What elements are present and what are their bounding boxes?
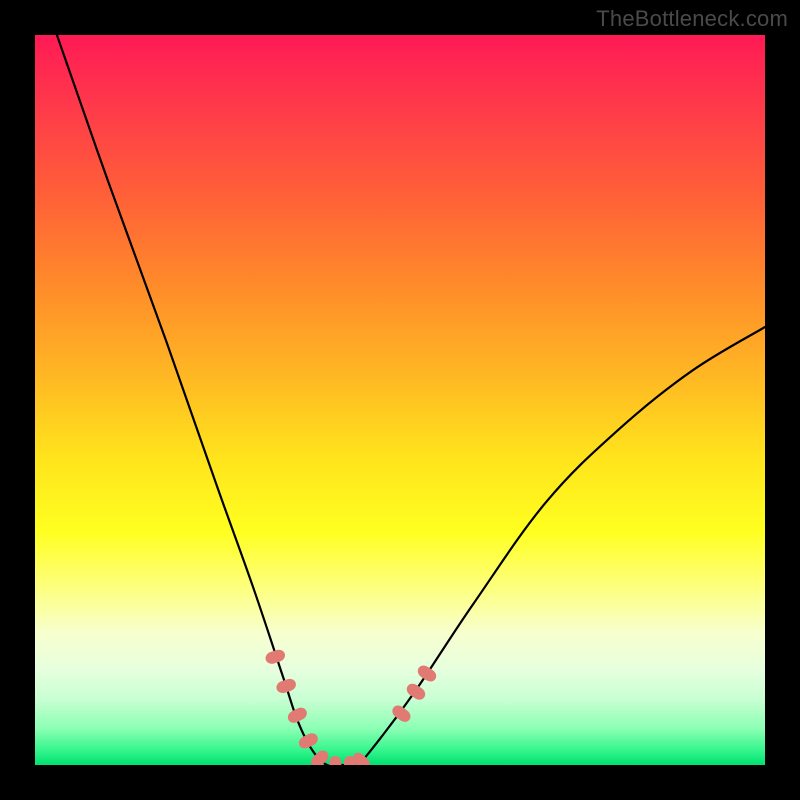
bottleneck-curve-path: [57, 35, 765, 765]
chart-frame: TheBottleneck.com: [0, 0, 800, 800]
marker-group: [264, 648, 439, 765]
curve-marker: [264, 648, 287, 666]
curve-marker: [329, 756, 341, 765]
plot-area: [35, 35, 765, 765]
curve-svg: [35, 35, 765, 765]
curve-marker: [275, 677, 298, 695]
watermark-text: TheBottleneck.com: [596, 6, 788, 32]
curve-marker: [404, 681, 427, 702]
curve-marker: [297, 731, 320, 751]
curve-marker: [415, 663, 438, 684]
